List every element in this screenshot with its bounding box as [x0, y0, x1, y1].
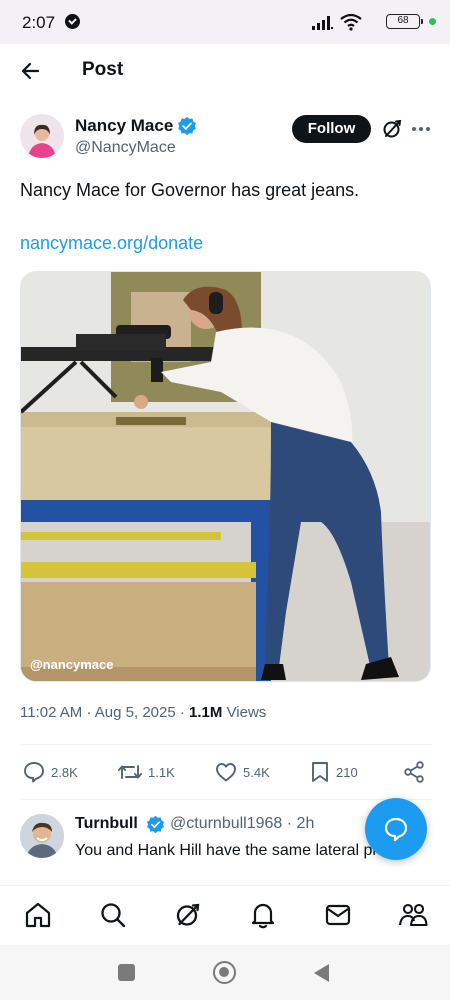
tab-communities[interactable]: [398, 900, 428, 930]
home-nav-dot: [219, 967, 229, 977]
tab-search[interactable]: [98, 900, 128, 930]
back-triangle-icon: [314, 964, 329, 982]
post-image[interactable]: @nancymace: [20, 271, 431, 682]
bookmark-count: 210: [336, 764, 358, 780]
like-button[interactable]: 5.4K: [214, 760, 270, 784]
post-meta: 11:02 AM · Aug 5, 2025 · 1.1M Views: [20, 704, 266, 721]
page-title: Post: [82, 59, 124, 80]
image-watermark: @nancymace: [30, 657, 114, 672]
notifications-icon: [251, 903, 275, 929]
like-count: 5.4K: [243, 764, 270, 780]
post-text: Nancy Mace for Governor has great jeans.: [20, 180, 360, 200]
meta-separator: ·: [179, 704, 185, 721]
post-link[interactable]: nancymace.org/donate: [20, 233, 203, 254]
grok-button[interactable]: [380, 117, 404, 141]
recents-button[interactable]: [118, 964, 135, 981]
author-name[interactable]: Nancy Mace: [75, 116, 173, 136]
status-time: 2:07: [22, 13, 56, 32]
home-nav-button[interactable]: [213, 961, 236, 984]
charging-dot: [429, 18, 436, 25]
author-avatar-image: [20, 114, 64, 158]
more-options-button[interactable]: [410, 118, 432, 140]
wifi-icon: [340, 13, 362, 31]
reply-avatar[interactable]: [20, 814, 64, 858]
author-handle[interactable]: @NancyMace: [75, 139, 176, 157]
grok-tab-icon: [176, 903, 200, 926]
bottom-tab-bar: [0, 885, 450, 945]
repost-icon: [118, 765, 142, 779]
reply-button[interactable]: 2.8K: [22, 760, 78, 784]
reply-icon: [24, 762, 44, 783]
share-icon: [404, 761, 424, 783]
status-icons: 68: [280, 12, 436, 32]
divider: [20, 799, 432, 800]
reply-author-name[interactable]: Turnbull: [75, 815, 138, 833]
grok-icon: [383, 119, 402, 138]
verified-icon: [147, 815, 164, 834]
share-button[interactable]: [402, 760, 426, 784]
follow-button[interactable]: Follow: [292, 115, 371, 143]
author-row: Nancy Mace @NancyMace Follow: [20, 112, 432, 164]
status-bar: 2:07 68: [0, 0, 450, 44]
views-count: 1.1M: [189, 704, 223, 721]
back-arrow-icon: [21, 62, 40, 80]
search-icon: [101, 903, 126, 928]
battery-level: 68: [397, 15, 409, 26]
views-label: Views: [226, 704, 267, 721]
author-avatar[interactable]: [20, 114, 64, 158]
tab-grok[interactable]: [173, 900, 203, 930]
back-nav-button[interactable]: [312, 963, 330, 983]
tab-messages[interactable]: [323, 900, 353, 930]
more-icon: [412, 127, 430, 131]
divider: [20, 744, 432, 745]
messages-icon: [325, 904, 351, 926]
compose-reply-icon: [384, 817, 408, 842]
meta-separator: ·: [286, 815, 293, 832]
action-bar: 2.8K 1.1K 5.4K 210: [22, 760, 432, 784]
like-icon: [216, 763, 236, 782]
verified-icon: [178, 116, 196, 136]
system-navigation-bar: [0, 945, 450, 1000]
post-photo: [21, 272, 430, 681]
compose-reply-button[interactable]: [365, 798, 427, 860]
post-header: Post: [0, 44, 450, 96]
meta-separator: ·: [86, 704, 92, 721]
reply-time: 2h: [296, 815, 315, 832]
repost-count: 1.1K: [148, 764, 175, 780]
post-time: 11:02 AM: [20, 704, 83, 721]
repost-button[interactable]: 1.1K: [117, 760, 175, 784]
status-check-icon: [65, 14, 80, 29]
post-date: Aug 5, 2025: [94, 704, 176, 721]
signal-icon: [312, 16, 333, 30]
tab-home[interactable]: [23, 900, 53, 930]
reply-meta: @cturnbull1968 · 2h: [170, 815, 314, 833]
home-icon: [25, 902, 51, 928]
back-button[interactable]: [16, 56, 46, 86]
battery-indicator: 68: [386, 14, 423, 29]
communities-icon: [398, 903, 428, 927]
reply-author-handle[interactable]: @cturnbull1968: [170, 815, 282, 832]
reply-avatar-image: [20, 814, 64, 858]
bookmark-icon: [312, 762, 328, 782]
bookmark-button[interactable]: 210: [309, 760, 358, 784]
tab-notifications[interactable]: [248, 900, 278, 930]
reply-count: 2.8K: [51, 764, 78, 780]
